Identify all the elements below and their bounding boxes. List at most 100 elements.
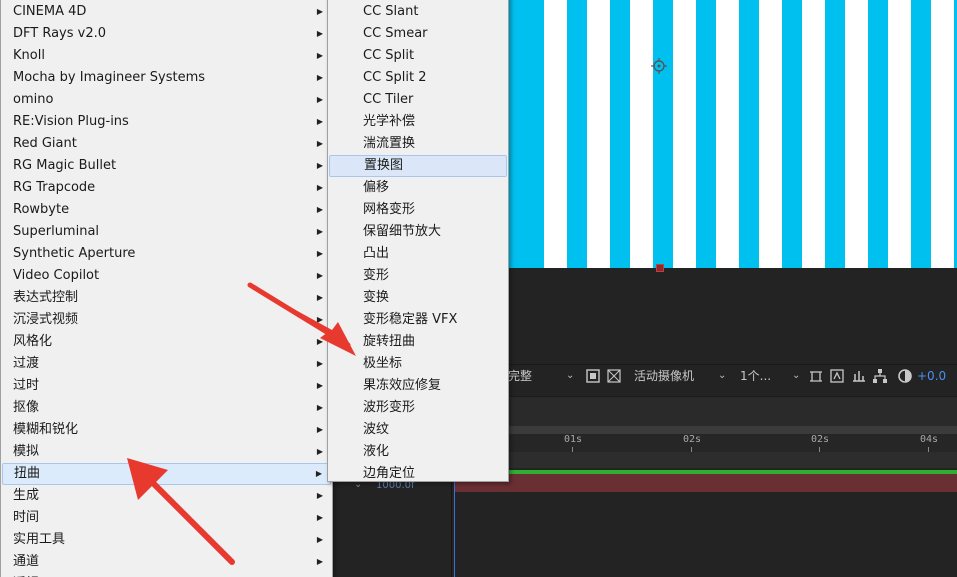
exposure-reset-icon[interactable] (897, 368, 913, 384)
menu-item-label: 极坐标 (363, 356, 403, 371)
transparency-grid-icon[interactable] (606, 368, 622, 384)
category-item-19[interactable]: 模糊和锐化 ▶ (2, 419, 331, 441)
category-item-9[interactable]: Rowbyte ▶ (2, 199, 331, 221)
submenu-arrow-icon: ▶ (316, 359, 323, 368)
category-item-7[interactable]: RG Magic Bullet ▶ (2, 155, 331, 177)
category-item-10[interactable]: Superluminal ▶ (2, 221, 331, 243)
category-item-4[interactable]: omino ▶ (2, 89, 331, 111)
submenu-arrow-icon: ▶ (317, 573, 323, 577)
category-item-22[interactable]: 生成 ▶ (2, 485, 331, 507)
effect-item-16[interactable]: 极坐标 (329, 353, 507, 375)
menu-item-label: 凸出 (363, 246, 390, 261)
category-item-25[interactable]: 通道 ▶ (2, 551, 331, 573)
category-item-2[interactable]: Knoll ▶ (2, 45, 331, 67)
effect-item-10[interactable]: 保留细节放大 (329, 221, 507, 243)
composition-viewer[interactable] (508, 0, 957, 268)
effect-item-21[interactable]: 边角定位 (329, 463, 507, 485)
submenu-arrow-icon: ▶ (316, 425, 323, 434)
effect-item-0[interactable]: CC Slant (329, 1, 507, 23)
category-item-16[interactable]: 过渡 ▶ (2, 353, 331, 375)
submenu-arrow-icon: ▶ (316, 557, 323, 566)
effect-item-4[interactable]: CC Tiler (329, 89, 507, 111)
flowchart-icon[interactable] (872, 368, 888, 384)
menu-item-label: 旋转扭曲 (363, 334, 416, 349)
submenu-arrow-icon: ▶ (316, 51, 323, 60)
resolution-value: 完整 (508, 369, 533, 383)
category-item-12[interactable]: Video Copilot ▶ (2, 265, 331, 287)
category-item-23[interactable]: 时间 ▶ (2, 507, 331, 529)
category-item-18[interactable]: 抠像 ▶ (2, 397, 331, 419)
effect-item-11[interactable]: 凸出 (329, 243, 507, 265)
effect-item-20[interactable]: 液化 (329, 441, 507, 463)
category-item-5[interactable]: RE:Vision Plug-ins ▶ (2, 111, 331, 133)
menu-item-label: CC Tiler (363, 92, 414, 107)
category-item-24[interactable]: 实用工具 ▶ (2, 529, 331, 551)
menu-item-label: 变形稳定器 VFX (363, 312, 458, 327)
layer-duration-bar[interactable] (454, 474, 957, 492)
menu-item-label: 偏移 (363, 180, 390, 195)
menu-item-label: 保留细节放大 (363, 224, 442, 239)
anchor-point-icon[interactable] (651, 58, 667, 74)
submenu-arrow-icon: ▶ (315, 469, 322, 478)
category-item-3[interactable]: Mocha by Imagineer Systems ▶ (2, 67, 331, 89)
category-item-14[interactable]: 沉浸式视频 ▶ (2, 309, 331, 331)
effect-item-19[interactable]: 波纹 (329, 419, 507, 441)
layer-handle[interactable] (656, 264, 664, 272)
menu-item-label: 果冻效应修复 (363, 378, 442, 393)
effect-item-3[interactable]: CC Split 2 (329, 67, 507, 89)
views-dropdown[interactable]: 1个... ⌄ (740, 367, 800, 385)
category-item-17[interactable]: 过时 ▶ (2, 375, 331, 397)
effect-item-14[interactable]: 变形稳定器 VFX (329, 309, 507, 331)
menu-item-label: Mocha by Imagineer Systems (13, 70, 206, 85)
menu-item-label: Synthetic Aperture (13, 246, 136, 261)
effect-item-1[interactable]: CC Smear (329, 23, 507, 45)
time-ruler[interactable]: 01s 02s 02s 04s (454, 434, 957, 452)
category-item-13[interactable]: 表达式控制 ▶ (2, 287, 331, 309)
effect-item-8[interactable]: 偏移 (329, 177, 507, 199)
category-item-1[interactable]: DFT Rays v2.0 ▶ (2, 23, 331, 45)
category-item-15[interactable]: 风格化 ▶ (2, 331, 331, 353)
category-item-21[interactable]: 扭曲 ▶ (2, 463, 331, 485)
views-value: 1个... (740, 369, 772, 383)
submenu-arrow-icon: ▶ (316, 271, 323, 280)
menu-item-label: 液化 (363, 444, 390, 459)
timeline-icon[interactable] (851, 368, 867, 384)
effect-item-18[interactable]: 波形变形 (329, 397, 507, 419)
distort-submenu: CC Slant CC Smear CC Split CC Split 2 CC Til… (327, 0, 509, 482)
exposure-value[interactable]: +0.0 (917, 367, 946, 385)
effect-item-17[interactable]: 果冻效应修复 (329, 375, 507, 397)
effect-item-13[interactable]: 变换 (329, 287, 507, 309)
effect-item-6[interactable]: 湍流置换 (329, 133, 507, 155)
menu-item-label: 时间 (13, 510, 40, 525)
category-item-8[interactable]: RG Trapcode ▶ (2, 177, 331, 199)
menu-item-label: 生成 (13, 488, 40, 503)
submenu-arrow-icon: ▶ (316, 95, 323, 104)
menu-item-label: Superluminal (13, 224, 100, 239)
menu-item-label: CC Smear (363, 26, 428, 41)
category-item-26[interactable]: 透视▶ (2, 573, 331, 577)
toggle-pixel-aspect-icon[interactable] (808, 368, 824, 384)
effect-item-7[interactable]: 置换图 (329, 155, 507, 177)
category-item-11[interactable]: Synthetic Aperture ▶ (2, 243, 331, 265)
work-area[interactable] (454, 452, 957, 468)
resolution-dropdown[interactable]: 完整 ⌄ (508, 367, 574, 385)
camera-dropdown[interactable]: 活动摄像机 ⌄ (634, 367, 726, 385)
menu-item-label: 光学补偿 (363, 114, 416, 129)
menu-item-label: 网格变形 (363, 202, 416, 217)
category-item-0[interactable]: CINEMA 4D ▶ (2, 1, 331, 23)
menu-item-label: CC Split (363, 48, 415, 63)
submenu-arrow-icon: ▶ (316, 227, 323, 236)
effect-item-12[interactable]: 变形 (329, 265, 507, 287)
ruler-label: 02s (811, 434, 830, 445)
category-item-20[interactable]: 模拟 ▶ (2, 441, 331, 463)
submenu-arrow-icon: ▶ (316, 337, 323, 346)
region-of-interest-icon[interactable] (585, 368, 601, 384)
fast-preview-icon[interactable] (829, 368, 845, 384)
effect-item-9[interactable]: 网格变形 (329, 199, 507, 221)
effect-item-5[interactable]: 光学补偿 (329, 111, 507, 133)
submenu-arrow-icon: ▶ (316, 183, 323, 192)
effect-item-15[interactable]: 旋转扭曲 (329, 331, 507, 353)
effect-item-2[interactable]: CC Split (329, 45, 507, 67)
category-item-6[interactable]: Red Giant ▶ (2, 133, 331, 155)
menu-item-label: 实用工具 (13, 532, 66, 547)
